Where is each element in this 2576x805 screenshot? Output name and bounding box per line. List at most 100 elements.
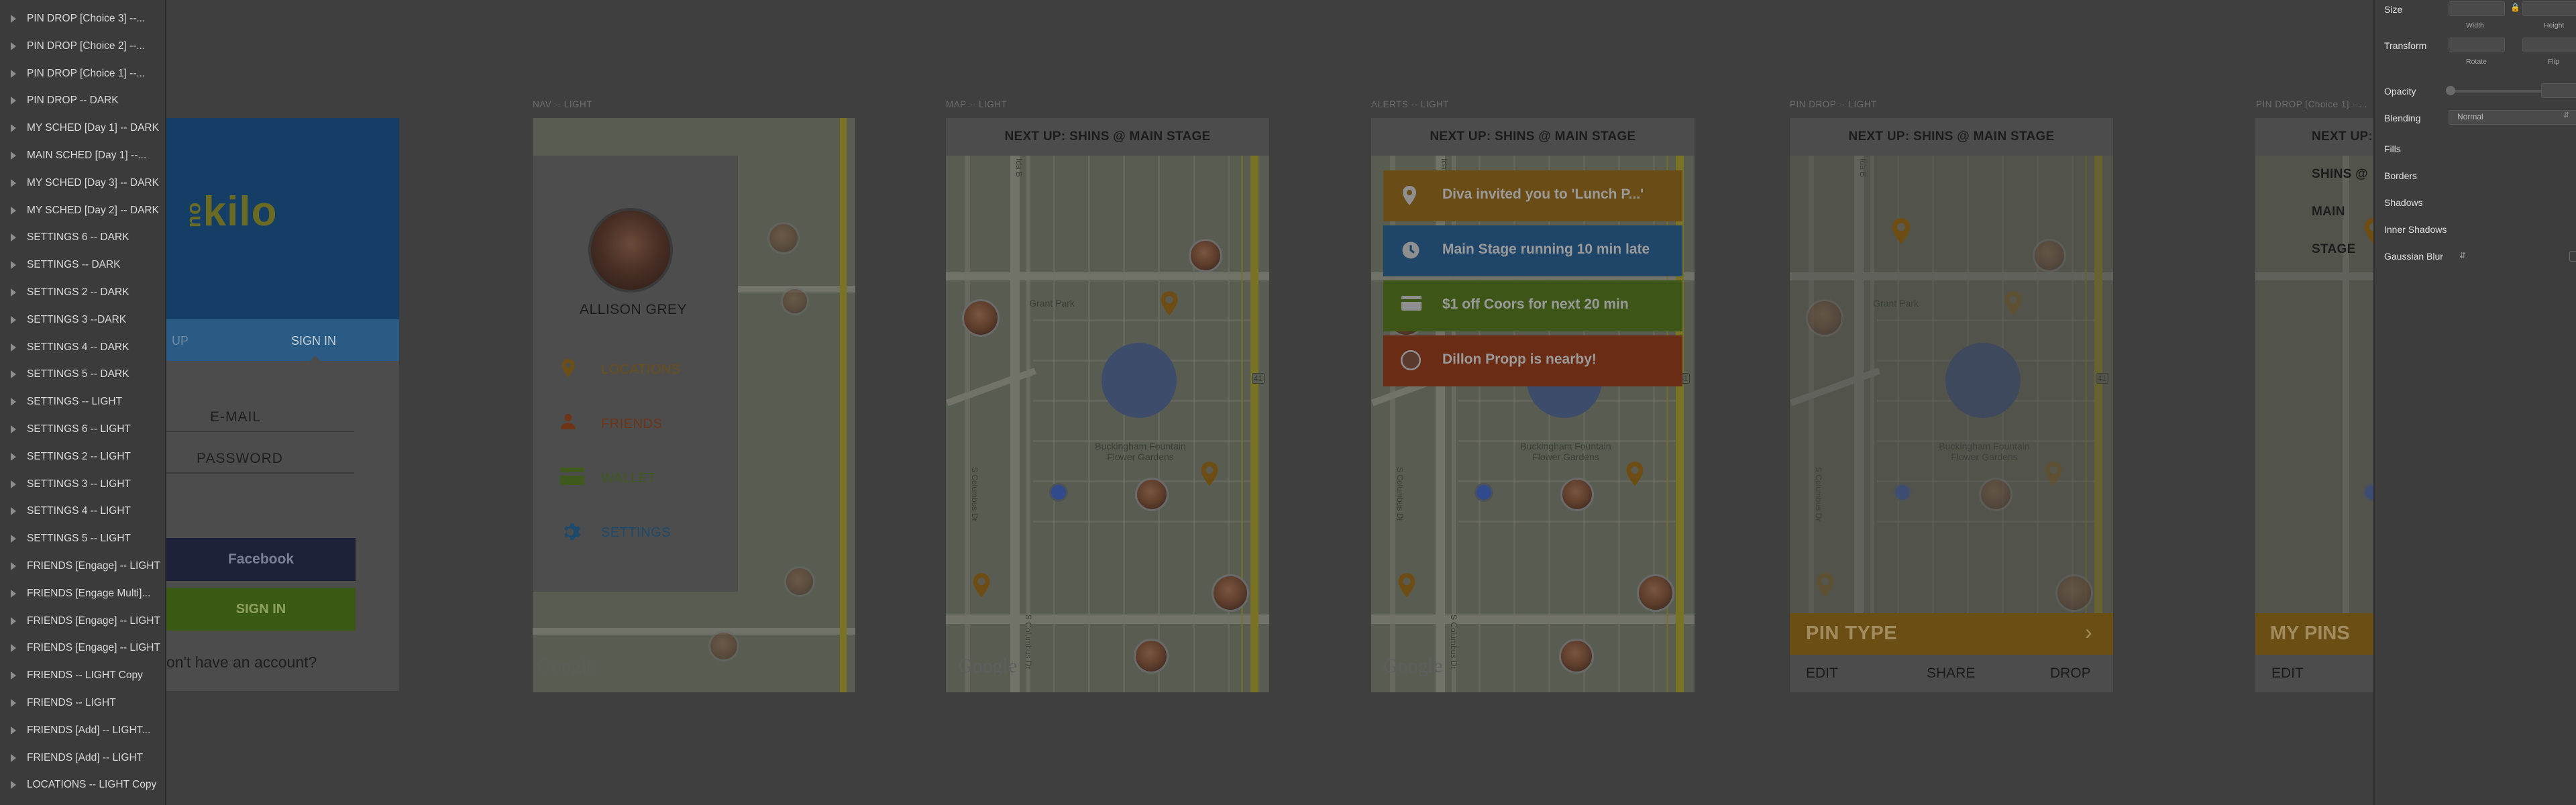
chevron-updown-icon[interactable]: ⇵ [2459,251,2466,260]
friend-avatar[interactable] [962,299,1000,337]
disclosure-triangle-icon[interactable] [11,699,16,707]
blending-select[interactable]: Normal ⇵ [2449,110,2576,125]
nav-item-friends[interactable]: FRIENDS [559,413,720,441]
layer-row[interactable]: SETTINGS 5 -- LIGHT [0,525,165,552]
disclosure-triangle-icon[interactable] [11,42,16,50]
blur-checkbox[interactable] [2569,251,2576,262]
disclosure-triangle-icon[interactable] [11,425,16,433]
layer-row[interactable]: PIN DROP -- DARK [0,87,165,114]
layer-row[interactable]: SETTINGS -- DARK [0,252,165,278]
tab-signup[interactable]: UP [172,334,189,348]
layer-row[interactable]: SETTINGS 4 -- LIGHT [0,498,165,525]
lock-icon[interactable]: 🔒 [2510,3,2520,12]
alert-item[interactable]: Diva invited you to 'Lunch P...' [1383,170,1682,221]
disclosure-triangle-icon[interactable] [11,15,16,23]
gaussian-blur-section[interactable]: Gaussian Blur [2384,251,2443,262]
dropped-pin-icon[interactable] [2363,216,2373,250]
next-up-header[interactable]: NEXT UP: SHINS @ MAIN STAGE [2255,118,2373,256]
disclosure-triangle-icon[interactable] [11,781,16,790]
disclosure-triangle-icon[interactable] [11,152,16,160]
friend-avatar[interactable] [1560,478,1594,511]
friend-avatar[interactable] [1189,239,1222,272]
disclosure-triangle-icon[interactable] [11,480,16,488]
disclosure-triangle-icon[interactable] [11,288,16,297]
disclosure-triangle-icon[interactable] [11,616,16,625]
disclosure-triangle-icon[interactable] [11,370,16,379]
disclosure-triangle-icon[interactable] [11,562,16,570]
edit-button[interactable]: EDIT [2271,665,2304,682]
fills-section[interactable]: Fills [2384,144,2401,154]
shadows-section[interactable]: Shadows [2384,197,2423,208]
pin-type-bar[interactable]: PIN TYPE › [1790,613,2113,655]
disclosure-triangle-icon[interactable] [11,452,16,461]
layer-row[interactable]: LOCATIONS -- LIGHT Copy [0,771,165,798]
layer-row[interactable]: SETTINGS 2 -- DARK [0,279,165,306]
disclosure-triangle-icon[interactable] [11,124,16,133]
layer-row[interactable]: MY SCHED [Day 2] -- DARK [0,197,165,224]
flip-control[interactable] [2522,38,2576,52]
friend-avatar[interactable] [1637,574,1674,612]
layer-row[interactable]: SETTINGS 2 -- LIGHT [0,443,165,470]
opacity-input[interactable] [2541,83,2576,98]
signin-button[interactable]: SIGN IN [166,588,356,631]
disclosure-triangle-icon[interactable] [11,233,16,242]
next-up-header[interactable]: NEXT UP: SHINS @ MAIN STAGE [946,118,1269,156]
layer-row[interactable]: FRIENDS [Engage] -- LIGHT [0,553,165,580]
map-pin-icon[interactable] [1625,460,1645,492]
map-pin-icon[interactable] [971,572,991,603]
nav-item-settings[interactable]: SETTINGS [559,521,720,549]
layer-row[interactable]: SETTINGS 5 -- DARK [0,361,165,388]
disclosure-triangle-icon[interactable] [11,644,16,653]
alert-item[interactable]: $1 off Coors for next 20 min [1383,280,1682,331]
layer-row[interactable]: SETTINGS 6 -- DARK [0,224,165,251]
disclosure-triangle-icon[interactable] [11,178,16,187]
disclosure-triangle-icon[interactable] [11,398,16,407]
map-pin-icon[interactable] [1199,460,1220,492]
map-pin-icon[interactable] [1397,572,1417,603]
layer-row[interactable]: FRIENDS [Add] -- LIGHT... [0,717,165,744]
next-up-header[interactable]: NEXT UP: SHINS @ MAIN STAGE [1790,118,2113,156]
layer-row[interactable]: FRIENDS [Engage] -- LIGHT [0,635,165,661]
layer-row[interactable]: PIN DROP [Choice 1] --... [0,60,165,87]
facebook-button[interactable]: Facebook [166,538,356,581]
layer-row[interactable]: MY SCHED [Day 1] -- DARK [0,115,165,142]
next-up-header[interactable]: NEXT UP: SHINS @ MAIN STAGE [1371,118,1695,156]
disclosure-triangle-icon[interactable] [11,315,16,324]
layer-row[interactable]: FRIENDS -- LIGHT Copy [0,662,165,689]
layer-row[interactable]: MAIN SCHED [Day 1] --... [0,142,165,169]
layer-row[interactable]: FRIENDS [Add] -- LIGHT [0,745,165,771]
height-input[interactable] [2522,1,2576,16]
alert-item[interactable]: Main Stage running 10 min late [1383,225,1682,276]
width-input[interactable] [2449,1,2505,16]
nav-item-wallet[interactable]: WALLET [559,467,720,495]
drop-button[interactable]: DROP [2050,665,2091,682]
opacity-slider-knob[interactable] [2446,86,2455,95]
disclosure-triangle-icon[interactable] [11,206,16,215]
layer-row[interactable]: SETTINGS 3 -- LIGHT [0,471,165,498]
my-pins-bar[interactable]: MY PINS [2255,613,2373,655]
layer-row[interactable]: PIN DROP [Choice 2] --... [0,33,165,60]
share-button[interactable]: SHARE [1927,665,1975,682]
disclosure-triangle-icon[interactable] [11,535,16,543]
email-field[interactable]: E-MAIL [166,404,354,432]
layer-row[interactable]: SETTINGS 6 -- LIGHT [0,416,165,443]
map-pin-icon[interactable] [1159,290,1179,321]
password-field[interactable]: PASSWORD [166,445,354,474]
friend-avatar[interactable] [1134,639,1169,674]
layer-row[interactable]: MY SCHED [Day 3] -- DARK [0,170,165,197]
inner-shadows-section[interactable]: Inner Shadows [2384,224,2447,235]
disclosure-triangle-icon[interactable] [11,753,16,762]
tab-signin[interactable]: SIGN IN [291,334,336,348]
layer-row[interactable]: SETTINGS -- LIGHT [0,388,165,415]
disclosure-triangle-icon[interactable] [11,343,16,352]
alert-item[interactable]: Dillon Propp is nearby! [1383,335,1682,386]
layer-row[interactable]: SETTINGS 4 -- DARK [0,334,165,361]
no-account-link[interactable]: on't have an account? [166,653,317,672]
friend-avatar[interactable] [1559,639,1594,674]
disclosure-triangle-icon[interactable] [11,69,16,78]
disclosure-triangle-icon[interactable] [11,507,16,516]
layer-row[interactable]: FRIENDS [Engage] -- LIGHT [0,608,165,635]
layer-row[interactable]: FRIENDS [Engage Multi]... [0,580,165,607]
friend-avatar[interactable] [1135,478,1169,511]
disclosure-triangle-icon[interactable] [11,726,16,735]
